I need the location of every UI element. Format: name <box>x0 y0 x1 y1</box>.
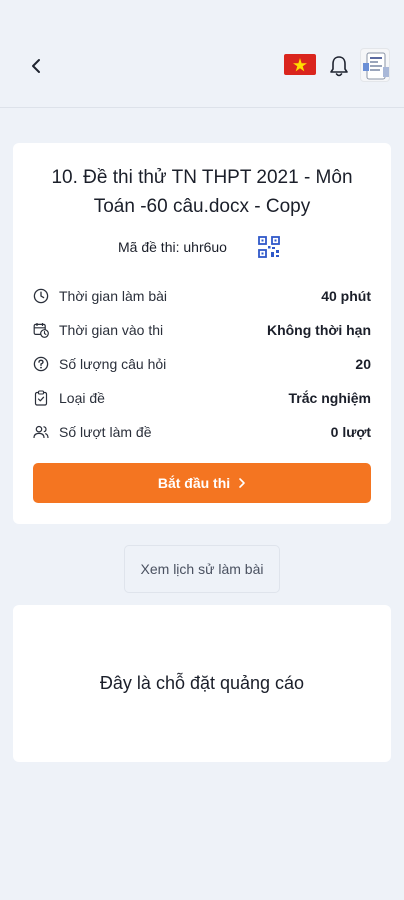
info-value: 0 lượt <box>330 424 371 440</box>
info-label: Thời gian vào thi <box>59 322 164 338</box>
info-row-question-count: Số lượng câu hỏi 20 <box>33 353 371 377</box>
view-history-button[interactable]: Xem lịch sử làm bài <box>124 545 280 593</box>
avatar[interactable] <box>360 48 390 82</box>
info-value: 40 phút <box>321 288 371 304</box>
info-value: Trắc nghiệm <box>288 390 371 406</box>
top-bar <box>0 28 404 108</box>
exam-code-label: Mã đề thi: uhr6uo <box>118 239 227 255</box>
exam-card: 10. Đề thi thử TN THPT 2021 - Môn Toán -… <box>13 143 391 524</box>
info-row-access-time: Thời gian vào thi Không thời hạn <box>33 319 371 343</box>
info-label: Số lượng câu hỏi <box>59 356 167 372</box>
ad-text: Đây là chỗ đặt quảng cáo <box>99 673 305 693</box>
info-value: 20 <box>355 356 371 372</box>
clock-icon <box>33 288 49 304</box>
info-label: Thời gian làm bài <box>59 288 168 304</box>
info-label: Loại đề <box>59 390 105 406</box>
exam-code-row: Mã đề thi: uhr6uo <box>13 235 391 261</box>
info-row-duration: Thời gian làm bài 40 phút <box>33 285 371 309</box>
info-label: Số lượt làm đề <box>59 424 152 440</box>
exam-title: 10. Đề thi thử TN THPT 2021 - Môn Toán -… <box>51 167 353 217</box>
users-icon <box>33 425 49 439</box>
info-value: Không thời hạn <box>266 322 371 338</box>
calendar-clock-icon <box>33 323 49 338</box>
language-flag-button[interactable] <box>284 54 316 75</box>
info-row-attempt-count: Số lượt làm đề 0 lượt <box>33 421 371 445</box>
vietnam-flag-icon <box>284 54 316 75</box>
info-row-exam-type: Loại đề Trắc nghiệm <box>33 387 371 411</box>
chevron-right-icon <box>239 478 245 488</box>
ad-placeholder: Đây là chỗ đặt quảng cáo <box>13 605 391 762</box>
bell-icon <box>330 56 348 77</box>
clipboard-icon <box>34 390 48 406</box>
chevron-left-icon <box>32 59 40 73</box>
question-circle-icon <box>33 356 49 372</box>
notification-button[interactable] <box>328 54 350 78</box>
start-exam-label: Bắt đầu thi <box>157 475 231 491</box>
back-button[interactable] <box>24 54 48 78</box>
qr-code-icon[interactable] <box>258 236 280 258</box>
start-exam-button[interactable]: Bắt đầu thi <box>33 463 371 503</box>
avatar-icon <box>363 52 389 80</box>
